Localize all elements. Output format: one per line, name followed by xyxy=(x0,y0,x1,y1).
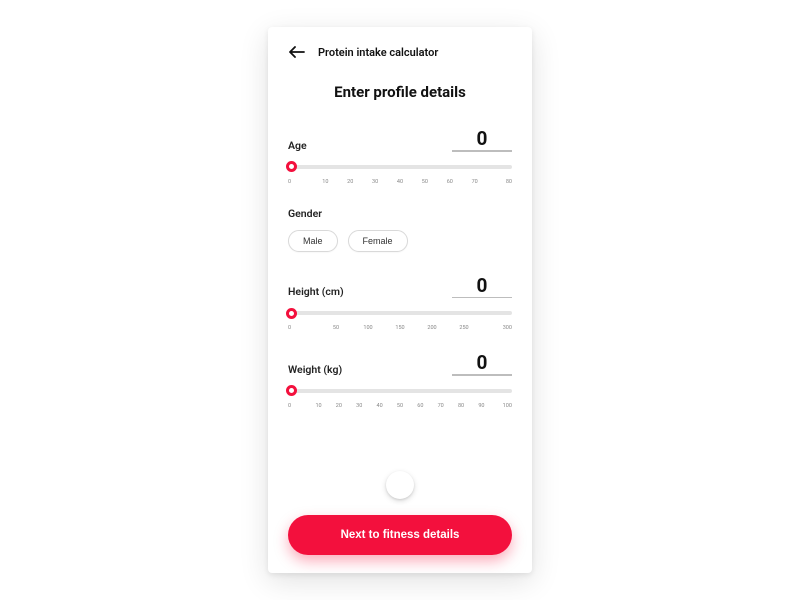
height-field: Height (cm) 0 0 50 100 150 200 250 300 xyxy=(288,276,512,332)
weight-ticks: 0 10 20 30 40 50 60 70 80 90 100 xyxy=(288,403,512,409)
age-slider[interactable] xyxy=(288,160,512,174)
age-slider-thumb[interactable] xyxy=(286,161,297,172)
height-value: 0 xyxy=(452,276,512,295)
gender-option-male[interactable]: Male xyxy=(288,230,338,252)
scroll-hint-circle[interactable] xyxy=(386,471,414,499)
gender-option-female[interactable]: Female xyxy=(348,230,408,252)
age-value: 0 xyxy=(452,129,512,148)
weight-label: Weight (kg) xyxy=(288,363,342,376)
screen-heading: Enter profile details xyxy=(288,83,512,101)
height-value-box[interactable]: 0 xyxy=(452,276,512,299)
gender-field: Gender Male Female xyxy=(288,207,512,252)
weight-slider-thumb[interactable] xyxy=(286,385,297,396)
weight-value: 0 xyxy=(452,353,512,372)
gender-label: Gender xyxy=(288,207,512,220)
age-ticks: 0 10 20 30 40 50 60 70 80 xyxy=(288,179,512,185)
height-slider[interactable] xyxy=(288,306,512,320)
app-header: Protein intake calculator xyxy=(288,45,512,59)
age-label: Age xyxy=(288,139,307,152)
weight-slider[interactable] xyxy=(288,384,512,398)
height-label: Height (cm) xyxy=(288,285,344,298)
age-value-box[interactable]: 0 xyxy=(452,129,512,152)
back-arrow-icon[interactable] xyxy=(288,45,306,59)
next-button[interactable]: Next to fitness details xyxy=(288,515,512,555)
height-ticks: 0 50 100 150 200 250 300 xyxy=(288,325,512,331)
phone-frame: Protein intake calculator Enter profile … xyxy=(268,27,532,573)
weight-field: Weight (kg) 0 0 10 20 30 40 50 60 70 80 xyxy=(288,353,512,409)
age-field: Age 0 0 10 20 30 40 50 60 70 80 xyxy=(288,129,512,185)
height-slider-thumb[interactable] xyxy=(286,308,297,319)
weight-value-box[interactable]: 0 xyxy=(452,353,512,376)
app-title: Protein intake calculator xyxy=(318,46,438,59)
